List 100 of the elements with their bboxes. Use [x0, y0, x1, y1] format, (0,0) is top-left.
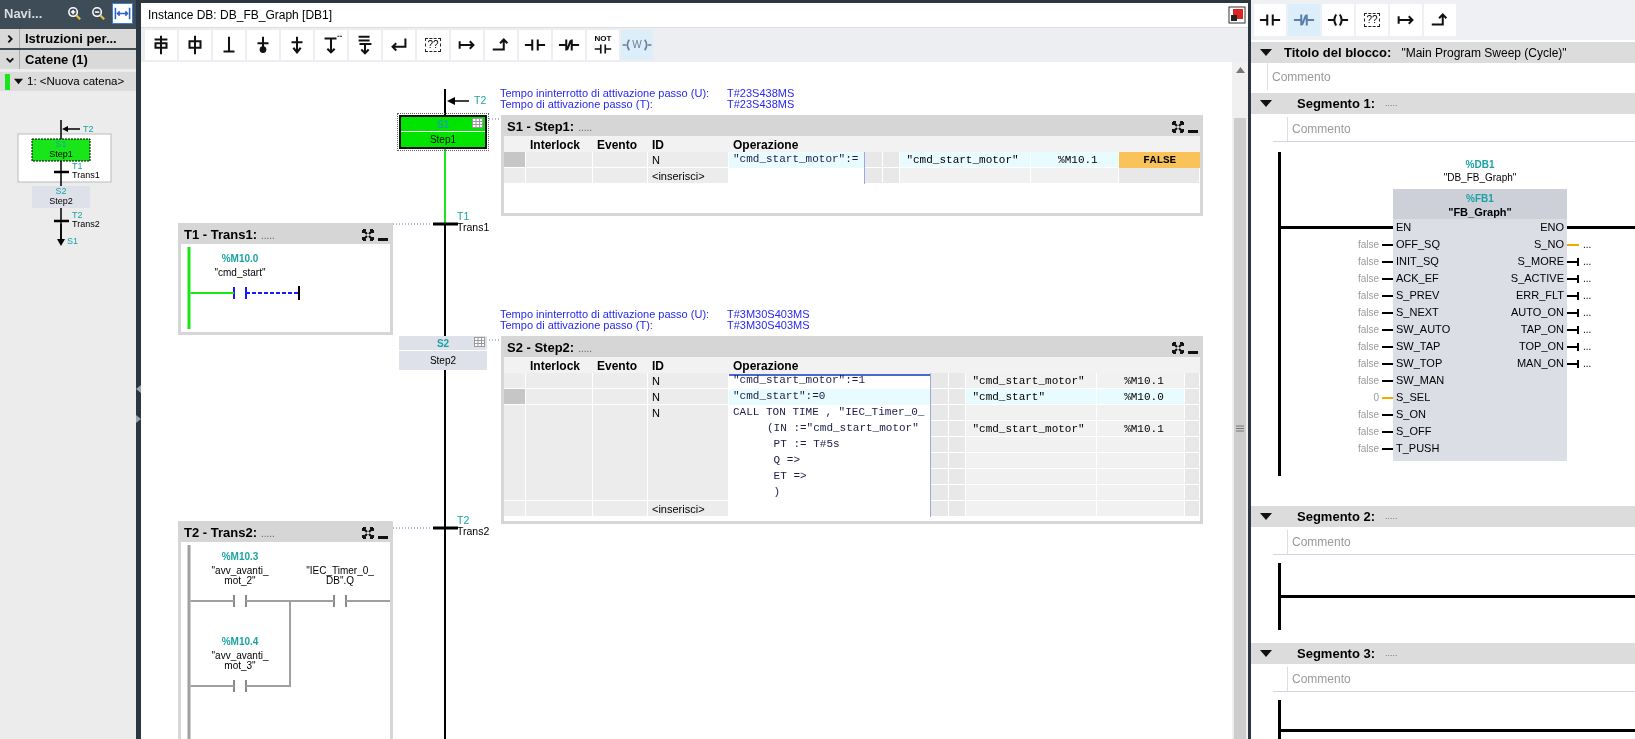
pin-label: TAP_ON	[1520, 322, 1564, 338]
transition-button[interactable]	[213, 30, 245, 60]
table-cell: N	[648, 389, 729, 405]
segment-header[interactable]: Segmento 3: .....	[1251, 643, 1635, 664]
time-label: Tempo ininterrotto di attivazione passo (U):	[500, 309, 711, 320]
branch-point-button[interactable]	[247, 30, 279, 60]
sim-branch-button[interactable]	[349, 30, 381, 60]
pin-label: T_PUSH	[1396, 441, 1440, 457]
contact-no-button[interactable]	[519, 30, 551, 60]
zoom-out-icon	[90, 5, 107, 22]
wire	[345, 600, 390, 602]
instruction-box-button[interactable]: ??	[1356, 4, 1388, 36]
transition-number: T2	[457, 515, 470, 526]
open-branch-button[interactable]	[485, 30, 517, 60]
panel-title: Navi...	[4, 4, 43, 23]
pin-label: EN	[1396, 220, 1412, 236]
section-header[interactable]: Titolo del blocco: "Main Program Sweep (Cycle)"	[1251, 42, 1635, 63]
step-number: S2	[436, 336, 450, 351]
contact-nc-button[interactable]	[553, 30, 585, 60]
comment-field[interactable]: Commento	[1287, 117, 1627, 141]
step-name: Step2	[428, 354, 458, 368]
table-icon	[472, 118, 483, 128]
entry-arrow	[447, 97, 470, 105]
pin-label: SW_MAN	[1396, 373, 1445, 389]
table-cell	[1185, 437, 1200, 453]
table-cell	[1185, 373, 1200, 389]
power-rail	[1278, 563, 1281, 630]
step-transition-button[interactable]	[145, 30, 177, 60]
pin-label: SW_TAP	[1396, 339, 1441, 355]
comment-field[interactable]: .....	[260, 227, 275, 243]
segment-header[interactable]: Segmento 1: .....	[1251, 93, 1635, 114]
tag-cell: "cmd_start_motor"	[966, 421, 1098, 437]
coil-button[interactable]	[1322, 4, 1354, 36]
scrollbar[interactable]	[1232, 62, 1248, 739]
scrollbar-thumb[interactable]	[1234, 118, 1246, 739]
comment-field[interactable]: .....	[578, 119, 593, 135]
output-value: ...	[1583, 340, 1592, 354]
entry-arrow	[62, 126, 81, 132]
comment-field[interactable]: .....	[260, 525, 275, 541]
segment-header[interactable]: Segmento 2: .....	[1251, 506, 1635, 527]
output-value: ...	[1583, 272, 1592, 286]
table-cell	[931, 501, 950, 517]
step-number: S1	[55, 139, 67, 149]
pin-label: S_SEL	[1396, 390, 1431, 406]
comment-field[interactable]: Commento	[1287, 530, 1627, 554]
table-cell	[1185, 453, 1200, 469]
table-cell	[931, 389, 950, 405]
input-value: false	[1357, 289, 1379, 303]
stop-button[interactable]	[281, 30, 313, 60]
minimize-icon	[378, 536, 388, 539]
comment-field[interactable]: Commento	[1287, 667, 1627, 691]
table-cell	[931, 485, 950, 501]
contact-no-button[interactable]	[1254, 4, 1286, 36]
pin-label: ERR_FLT	[1515, 288, 1564, 304]
step-box[interactable]: S1 Step1	[399, 115, 487, 149]
step-button[interactable]	[179, 30, 211, 60]
tree-item[interactable]: 1: <Nuova catena>	[0, 72, 136, 91]
pin-label: ENO	[1540, 220, 1564, 236]
jump-button[interactable]	[1390, 4, 1422, 36]
fit-width-button[interactable]	[112, 3, 133, 24]
table-cell	[931, 453, 950, 469]
instruction-box-button[interactable]: ??	[417, 30, 449, 60]
table-cell: <inserisci>	[648, 168, 729, 184]
open-branch-button[interactable]	[1424, 4, 1456, 36]
fit-width-icon	[114, 5, 131, 22]
wire	[189, 292, 235, 294]
table-cell	[931, 469, 950, 485]
output-value: ...	[1583, 306, 1592, 320]
alt-branch-button[interactable]	[315, 30, 347, 60]
comment-field[interactable]: Commento	[1267, 63, 1627, 90]
output-value: ...	[1583, 255, 1592, 269]
block-title: "Main Program Sweep (Cycle)"	[1401, 44, 1567, 62]
table-cell: N	[648, 373, 729, 389]
pin-label: TOP_ON	[1518, 339, 1564, 355]
value-cell: FALSE	[1119, 152, 1200, 168]
sequence-line	[444, 89, 446, 115]
table-cell: <inserisci>	[648, 501, 729, 517]
step-box[interactable]: S2 Step2	[399, 336, 487, 370]
contact-not-button[interactable]: NOT	[587, 30, 619, 60]
table-cell	[865, 168, 884, 184]
section-header[interactable]: Catene (1)	[0, 48, 136, 69]
time-value: T#3M30S403MS	[727, 319, 810, 330]
section-header[interactable]: Istruzioni per...	[0, 27, 136, 48]
return-button[interactable]	[383, 30, 415, 60]
table-cell	[526, 389, 593, 405]
input-value: false	[1357, 357, 1379, 371]
instance-name: "DB_FB_Graph"	[1442, 171, 1518, 183]
minimize-icon	[1188, 130, 1198, 133]
instance-address: %DB1	[1464, 158, 1496, 170]
contact-symbol	[233, 286, 247, 300]
table-cell	[931, 437, 950, 453]
expand-icon	[362, 527, 374, 539]
coil-button[interactable]: W	[621, 30, 653, 60]
jump-button[interactable]	[451, 30, 483, 60]
comment-field[interactable]: .....	[578, 340, 593, 356]
function-block[interactable]: %FB1 "FB_Graph" EN ENO OFF_SQ S_NO INIT_SQ S_MORE ACK_EF S_ACTIVE S_PREV ERR_FLT S_NEXT AUTO_ON SW_AUTO TAP_ON SW_TAP TOP_ON SW_TOP MAN_ON SW_MAN S_SEL S_ON S_OFF T_PUSH	[1393, 189, 1567, 461]
pin-label: ACK_EF	[1396, 271, 1439, 287]
expand-icon	[1172, 121, 1184, 133]
input-value: false	[1357, 272, 1379, 286]
contact-symbol	[333, 594, 347, 608]
